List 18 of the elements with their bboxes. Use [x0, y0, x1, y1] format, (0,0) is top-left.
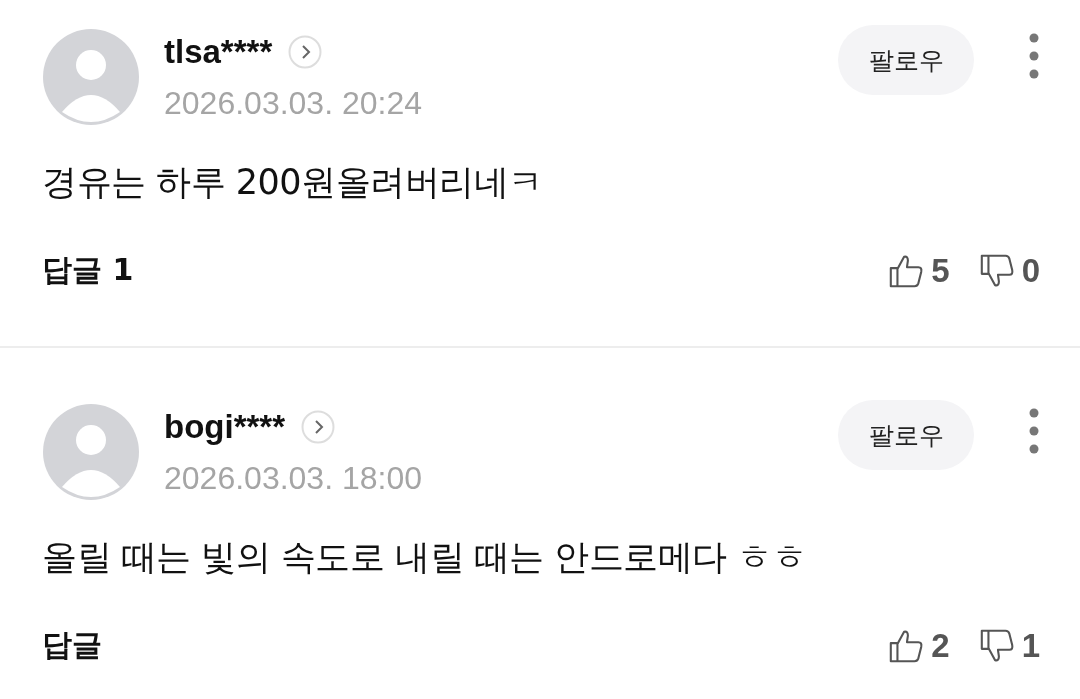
like-count: 2: [931, 626, 950, 665]
username[interactable]: bogi****: [164, 407, 285, 446]
comment-text: 올릴 때는 빛의 속도로 내릴 때는 안드로메다 ㅎㅎ: [42, 536, 808, 579]
reply-link[interactable]: 답글 1: [42, 252, 134, 287]
reply-link[interactable]: 답글: [42, 627, 102, 662]
username[interactable]: tlsa****: [164, 32, 273, 71]
comment-date: 2026.03.03. 20:24: [164, 84, 423, 122]
more-options-icon[interactable]: [1028, 33, 1040, 79]
comment-text: 경유는 하루 200원올려버리네ㅋ: [42, 161, 544, 204]
chevron-right-icon[interactable]: [288, 34, 323, 69]
follow-button[interactable]: 팔로우: [838, 400, 974, 470]
dislike-count: 1: [1021, 626, 1040, 665]
more-options-icon[interactable]: [1028, 408, 1040, 454]
like-count: 5: [931, 251, 950, 290]
chevron-right-icon[interactable]: [301, 409, 335, 444]
dislike-count: 0: [1021, 251, 1040, 290]
follow-button[interactable]: 팔로우: [838, 25, 974, 95]
comment-date: 2026.03.03. 18:00: [164, 459, 423, 497]
